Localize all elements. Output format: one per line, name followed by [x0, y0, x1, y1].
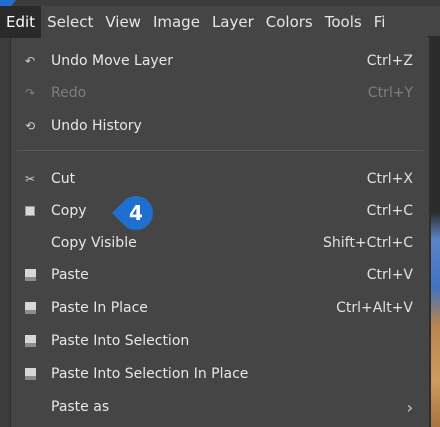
menu-edit[interactable]: Edit	[0, 6, 42, 38]
menu-item-label: Paste Into Selection In Place	[51, 366, 249, 382]
menu-item-redo[interactable]: ↷ Redo Ctrl+Y	[11, 78, 429, 108]
menu-colors[interactable]: Colors	[260, 6, 319, 38]
menu-tools[interactable]: Tools	[319, 6, 368, 38]
menu-item-cut[interactable]: ✂ Cut Ctrl+X	[11, 164, 429, 194]
undo-icon: ↶	[24, 54, 36, 68]
menu-item-label: Copy	[51, 203, 87, 219]
canvas-preview	[428, 36, 440, 427]
scissors-icon: ✂	[24, 172, 36, 186]
menu-item-label: Copy Visible	[51, 235, 137, 251]
menu-item-copy[interactable]: Copy Ctrl+C	[11, 196, 429, 226]
shortcut-label: Ctrl+Y	[367, 85, 413, 101]
menu-item-label: Paste	[51, 267, 89, 283]
shortcut-label: Ctrl+C	[366, 203, 413, 219]
shortcut-label: Shift+Ctrl+C	[323, 235, 413, 251]
redo-icon: ↷	[24, 86, 36, 100]
shortcut-label: Ctrl+Alt+V	[336, 300, 413, 316]
menu-separator	[17, 150, 423, 151]
shortcut-label: Ctrl+X	[366, 171, 413, 187]
menu-item-copy-visible[interactable]: Copy Visible Shift+Ctrl+C	[11, 228, 429, 258]
menu-filters[interactable]: Fi	[368, 6, 392, 38]
menu-item-label: Paste In Place	[51, 300, 148, 316]
menu-item-label: Undo Move Layer	[51, 53, 174, 69]
menu-item-label: Redo	[51, 85, 87, 101]
paste-icon	[23, 334, 37, 348]
step-callout: 4	[112, 196, 156, 230]
history-icon: ⟲	[24, 119, 36, 133]
menu-item-label: Paste Into Selection	[51, 333, 190, 349]
menu-item-label: Cut	[51, 171, 76, 187]
menu-item-undo-move-layer[interactable]: ↶ Undo Move Layer Ctrl+Z	[11, 46, 429, 76]
menu-item-label: Paste as	[51, 399, 110, 415]
menu-view[interactable]: View	[99, 6, 147, 38]
menubar: Edit Select View Image Layer Colors Tool…	[0, 6, 440, 38]
menu-item-paste-as[interactable]: Paste as ›	[11, 392, 429, 422]
paste-icon	[23, 367, 37, 381]
menu-item-paste-in-place[interactable]: Paste In Place Ctrl+Alt+V	[11, 293, 429, 323]
menu-image[interactable]: Image	[147, 6, 206, 38]
chevron-right-icon: ›	[406, 397, 413, 417]
menu-item-paste[interactable]: Paste Ctrl+V	[11, 260, 429, 290]
paste-icon	[23, 268, 37, 282]
menu-layer[interactable]: Layer	[206, 6, 260, 38]
callout-number: 4	[119, 196, 153, 230]
copy-icon	[23, 204, 37, 218]
paste-icon	[23, 301, 37, 315]
menu-item-paste-into-selection-in-place[interactable]: Paste Into Selection In Place	[11, 359, 429, 389]
menu-item-label: Undo History	[51, 118, 142, 134]
shortcut-label: Ctrl+Z	[366, 53, 413, 69]
menu-item-paste-into-selection[interactable]: Paste Into Selection	[11, 326, 429, 356]
shortcut-label: Ctrl+V	[366, 267, 413, 283]
edit-menu-dropdown: ↶ Undo Move Layer Ctrl+Z ↷ Redo Ctrl+Y ⟲…	[10, 38, 429, 427]
menu-item-undo-history[interactable]: ⟲ Undo History	[11, 111, 429, 141]
menu-select[interactable]: Select	[41, 6, 99, 38]
